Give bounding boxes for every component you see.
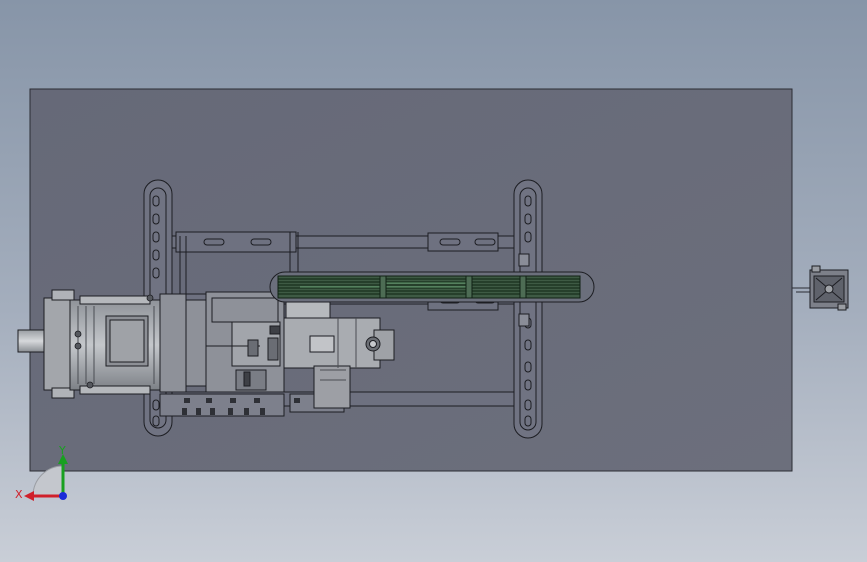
cad-model-scene[interactable]: Y X [0, 0, 867, 562]
right-upright[interactable] [513, 179, 543, 439]
cad-graphics-viewport[interactable]: Y X [0, 0, 867, 562]
triad-y-label: Y [58, 444, 66, 457]
triad-x-label: X [15, 488, 23, 501]
sensor-module[interactable] [792, 265, 849, 311]
motor-assembly[interactable] [43, 289, 163, 399]
